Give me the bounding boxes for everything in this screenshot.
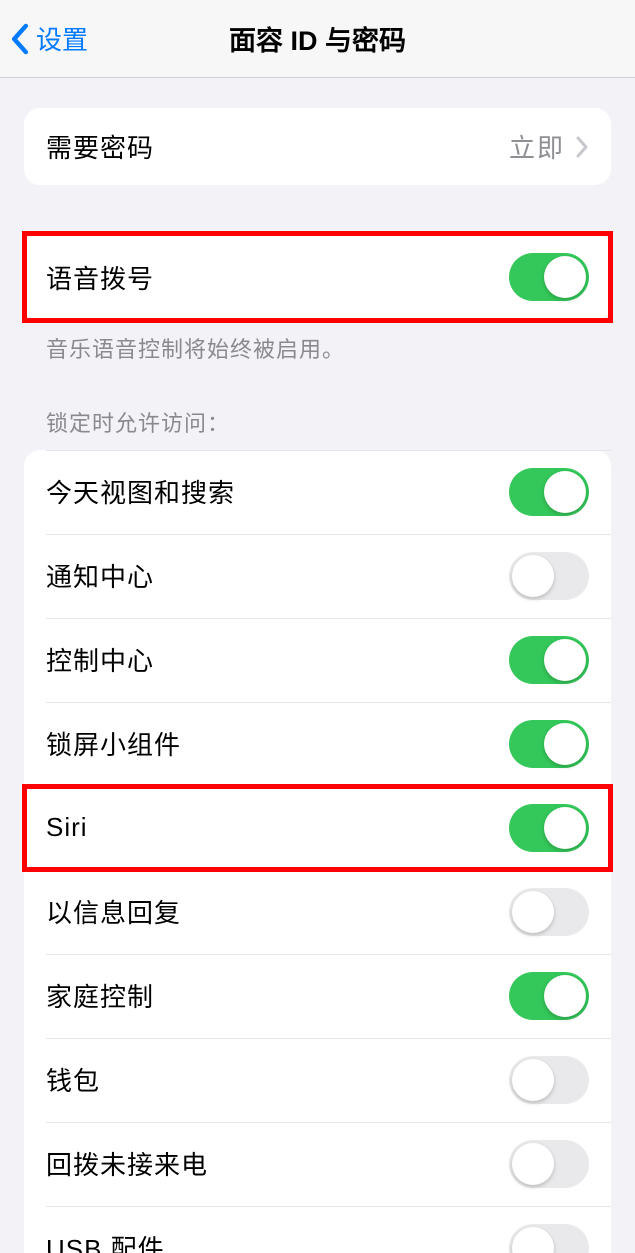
locked-access-label: 回拨未接来电	[46, 1145, 509, 1182]
locked-access-row: USB 配件	[24, 1206, 611, 1253]
locked-access-row: 家庭控制	[24, 954, 611, 1038]
locked-access-label: 通知中心	[46, 557, 509, 594]
locked-access-label: 钱包	[46, 1061, 509, 1098]
locked-access-row: 回拨未接来电	[24, 1122, 611, 1206]
locked-access-label: 家庭控制	[46, 977, 509, 1014]
locked-access-row: 锁屏小组件	[24, 702, 611, 786]
locked-access-toggle[interactable]	[509, 636, 589, 684]
voice-dial-footer: 音乐语音控制将始终被启用。	[24, 321, 611, 366]
chevron-left-icon	[10, 23, 30, 55]
require-passcode-row[interactable]: 需要密码 立即	[24, 108, 611, 185]
locked-access-label: Siri	[46, 812, 509, 843]
locked-access-toggle[interactable]	[509, 552, 589, 600]
back-button[interactable]: 设置	[10, 20, 88, 57]
chevron-right-icon	[575, 136, 589, 158]
locked-access-list: 今天视图和搜索通知中心控制中心锁屏小组件 Siri 以信息回复家庭控制钱包回拨未接来…	[24, 450, 611, 1253]
locked-access-toggle[interactable]	[509, 1224, 589, 1253]
voice-dial-toggle[interactable]	[509, 253, 589, 301]
require-passcode-value: 立即	[509, 128, 565, 165]
locked-access-row: 今天视图和搜索	[24, 450, 611, 534]
voice-dial-row: 语音拨号	[24, 233, 611, 321]
back-label: 设置	[36, 20, 88, 57]
locked-access-label: 今天视图和搜索	[46, 473, 509, 510]
require-passcode-label: 需要密码	[46, 128, 509, 165]
locked-access-toggle[interactable]	[509, 888, 589, 936]
voice-dial-label: 语音拨号	[46, 259, 509, 296]
locked-access-toggle[interactable]	[509, 1140, 589, 1188]
locked-access-toggle[interactable]	[509, 1056, 589, 1104]
locked-access-row: 控制中心	[24, 618, 611, 702]
require-passcode-card: 需要密码 立即	[24, 108, 611, 185]
page-title: 面容 ID 与密码	[0, 19, 635, 58]
locked-access-row: 钱包	[24, 1038, 611, 1122]
locked-access-label: 锁屏小组件	[46, 725, 509, 762]
locked-access-row: Siri	[24, 786, 611, 870]
locked-access-label: USB 配件	[46, 1229, 509, 1253]
locked-access-row: 通知中心	[24, 534, 611, 618]
locked-access-toggle[interactable]	[509, 720, 589, 768]
voice-dial-card: 语音拨号	[24, 233, 611, 321]
locked-access-toggle[interactable]	[509, 972, 589, 1020]
navigation-bar: 设置 面容 ID 与密码	[0, 0, 635, 78]
locked-access-toggle[interactable]	[509, 468, 589, 516]
locked-access-label: 以信息回复	[46, 893, 509, 930]
locked-access-row: 以信息回复	[24, 870, 611, 954]
locked-access-header: 锁定时允许访问：	[24, 406, 611, 450]
locked-access-toggle[interactable]	[509, 804, 589, 852]
locked-access-label: 控制中心	[46, 641, 509, 678]
